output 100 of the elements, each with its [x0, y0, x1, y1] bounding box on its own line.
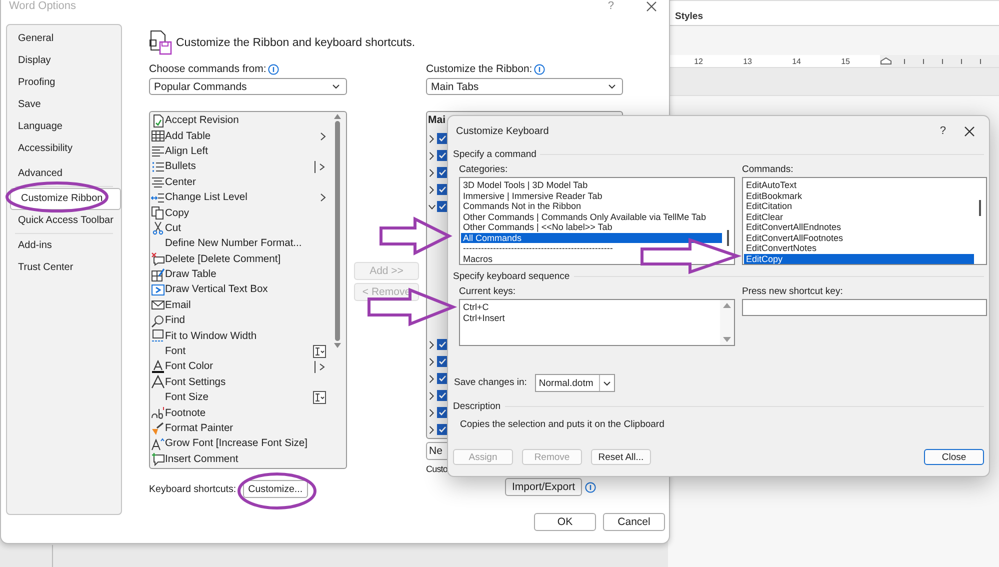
- command-item[interactable]: Draw Table: [150, 266, 332, 282]
- customizations-label: Custo: [426, 464, 448, 474]
- command-item[interactable]: Copy: [150, 205, 332, 221]
- sidebar-item[interactable]: Add-ins: [7, 235, 121, 257]
- command-item[interactable]: Grow Font [Increase Font Size]: [150, 436, 332, 452]
- category-item[interactable]: All Commands: [461, 232, 722, 243]
- brush-icon: [150, 422, 164, 436]
- scroll-down-icon[interactable]: [334, 343, 341, 348]
- command-item[interactable]: Font Color: [150, 359, 332, 375]
- command-item[interactable]: Cut: [150, 220, 332, 236]
- command-item[interactable]: Center: [150, 174, 332, 190]
- category-item[interactable]: 3D Model Tools | 3D Model Tab: [461, 180, 722, 190]
- checkbox[interactable]: [437, 373, 448, 384]
- chevron-right-icon[interactable]: [428, 340, 436, 350]
- cancel-button[interactable]: Cancel: [603, 513, 665, 531]
- chevron-right-icon[interactable]: [428, 390, 436, 400]
- info-icon[interactable]: [585, 482, 596, 492]
- chevron-right-icon[interactable]: [428, 150, 436, 160]
- checkbox[interactable]: [437, 390, 448, 401]
- ok-button[interactable]: OK: [534, 513, 596, 531]
- checkbox[interactable]: [437, 167, 448, 178]
- command-item[interactable]: EditConvertAllEndnotes: [744, 222, 974, 232]
- command-item[interactable]: Draw Vertical Text Box: [150, 282, 332, 298]
- category-item[interactable]: Macros: [461, 254, 722, 264]
- command-item[interactable]: Define New Number Format...: [150, 236, 332, 252]
- sidebar-item[interactable]: Accessibility: [7, 138, 121, 160]
- checkbox[interactable]: [437, 133, 448, 144]
- command-item[interactable]: Bullets: [150, 159, 332, 175]
- command-item[interactable]: Fit to Window Width: [150, 328, 332, 344]
- command-item[interactable]: Align Left: [150, 144, 332, 160]
- indent-marker-icon[interactable]: [880, 57, 892, 65]
- command-item[interactable]: Font Size: [150, 390, 332, 406]
- sidebar-item[interactable]: Proofing: [7, 72, 121, 94]
- chevron-right-icon[interactable]: [428, 408, 436, 418]
- description-text: Copies the selection and puts it on the Clipboard: [459, 418, 666, 432]
- chevron-right-icon[interactable]: [428, 374, 436, 384]
- command-item[interactable]: Email: [150, 298, 332, 314]
- customize-button[interactable]: Customize...: [243, 480, 308, 498]
- command-item[interactable]: Find: [150, 313, 332, 328]
- checkbox[interactable]: [437, 424, 448, 435]
- checkbox[interactable]: [437, 201, 448, 212]
- info-icon[interactable]: [534, 64, 546, 74]
- info-icon[interactable]: [268, 64, 280, 74]
- category-item[interactable]: Immersive | Immersive Reader Tab: [461, 190, 722, 201]
- chevron-right-icon[interactable]: [428, 134, 436, 144]
- sidebar-item[interactable]: General: [7, 28, 121, 50]
- table-pencil-icon: [150, 268, 164, 282]
- category-item[interactable]: --------------------------------------------------: [461, 243, 722, 254]
- shortcut-input-field[interactable]: [742, 299, 987, 316]
- command-item[interactable]: Font Settings: [150, 374, 332, 390]
- command-item[interactable]: EditCopy: [744, 254, 974, 264]
- command-item[interactable]: EditCitation: [744, 201, 974, 212]
- help-button[interactable]: ?: [940, 125, 946, 137]
- command-item[interactable]: Accept Revision: [150, 113, 332, 128]
- shortcut-item[interactable]: Ctrl+C: [461, 302, 720, 312]
- save-in-dropdown[interactable]: Normal.dotm: [534, 374, 615, 392]
- checkbox[interactable]: [437, 356, 448, 367]
- command-item[interactable]: Insert Comment: [150, 452, 332, 467]
- scroll-up-icon[interactable]: [723, 303, 731, 308]
- command-item[interactable]: EditConvertNotes: [744, 243, 974, 254]
- chevron-right-icon[interactable]: [428, 168, 436, 178]
- chevron-right-icon[interactable]: [428, 356, 436, 366]
- help-button[interactable]: ?: [608, 0, 614, 12]
- sidebar-item[interactable]: Display: [7, 50, 121, 72]
- ribbon-dropdown[interactable]: Main Tabs: [426, 78, 623, 95]
- command-item[interactable]: Add Table: [150, 128, 332, 144]
- close-icon[interactable]: [964, 126, 975, 136]
- sidebar-item[interactable]: Language: [7, 116, 121, 138]
- command-item[interactable]: EditConvertAllFootnotes: [744, 232, 974, 243]
- command-item[interactable]: EditClear: [744, 212, 974, 222]
- sidebar-item[interactable]: Save: [7, 94, 121, 116]
- new-tab-button[interactable]: Ne: [426, 442, 447, 460]
- chevron-right-icon[interactable]: [428, 424, 436, 434]
- command-item[interactable]: Delete [Delete Comment]: [150, 252, 332, 267]
- close-button[interactable]: Close: [924, 449, 984, 465]
- close-icon[interactable]: [646, 1, 657, 12]
- shortcut-item[interactable]: Ctrl+Insert: [461, 312, 720, 323]
- scroll-down-icon[interactable]: [723, 337, 731, 342]
- category-item[interactable]: Commands Not in the Ribbon: [461, 201, 722, 212]
- chevron-right-icon[interactable]: [428, 184, 436, 194]
- import-export-button[interactable]: Import/Export: [505, 478, 582, 496]
- scroll-up-icon[interactable]: [334, 114, 341, 119]
- sidebar-item[interactable]: Advanced: [7, 163, 121, 185]
- checkbox[interactable]: [437, 407, 448, 418]
- command-item[interactable]: Font: [150, 344, 332, 360]
- checkbox[interactable]: [437, 150, 448, 161]
- sidebar-item[interactable]: Trust Center: [7, 257, 121, 279]
- checkbox[interactable]: [437, 184, 448, 195]
- sidebar-item[interactable]: Quick Access Toolbar: [7, 210, 121, 232]
- category-item[interactable]: Other Commands | <<No label>> Tab: [461, 222, 722, 232]
- command-item[interactable]: EditAutoText: [744, 180, 974, 190]
- category-item[interactable]: Other Commands | Commands Only Available via TellMe Tab: [461, 212, 722, 222]
- scissors-icon: [150, 221, 164, 236]
- command-item[interactable]: Change List Level: [150, 190, 332, 206]
- dialog-button[interactable]: Reset All...: [591, 449, 651, 465]
- command-item[interactable]: EditBookmark: [744, 190, 974, 201]
- checkbox[interactable]: [437, 339, 448, 350]
- command-item[interactable]: Format Painter: [150, 420, 332, 436]
- command-item[interactable]: Footnote: [150, 405, 332, 421]
- commands-dropdown[interactable]: Popular Commands: [149, 78, 347, 95]
